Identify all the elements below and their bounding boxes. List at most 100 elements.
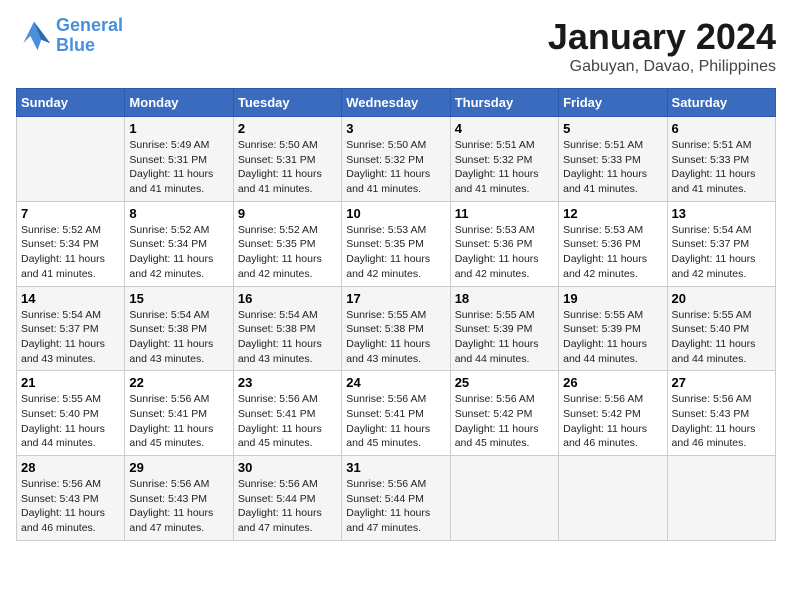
day-info: Sunrise: 5:53 AM Sunset: 5:35 PM Dayligh… — [346, 223, 445, 282]
calendar-cell: 20 Sunrise: 5:55 AM Sunset: 5:40 PM Dayli… — [667, 286, 775, 371]
page-header: General Blue January 2024 Gabuyan, Davao… — [16, 16, 776, 76]
calendar-cell: 26 Sunrise: 5:56 AM Sunset: 5:42 PM Dayli… — [559, 371, 667, 456]
calendar-cell — [667, 456, 775, 541]
header-sunday: Sunday — [17, 89, 125, 117]
calendar-cell: 6Sunrise: 5:51 AM Sunset: 5:33 PM Daylig… — [667, 117, 775, 202]
day-info: Sunrise: 5:51 AM Sunset: 5:32 PM Dayligh… — [455, 138, 554, 197]
day-info: Sunrise: 5:56 AM Sunset: 5:42 PM Dayligh… — [455, 392, 554, 451]
day-number: 1 — [129, 121, 228, 136]
calendar-cell — [450, 456, 558, 541]
calendar-table: SundayMondayTuesdayWednesdayThursdayFrid… — [16, 88, 776, 541]
calendar-cell: 28Sunrise: 5:56 AM Sunset: 5:43 PM Dayli… — [17, 456, 125, 541]
day-number: 27 — [672, 375, 771, 390]
day-info: Sunrise: 5:56 AM Sunset: 5:41 PM Dayligh… — [346, 392, 445, 451]
day-number: 30 — [238, 460, 337, 475]
day-info: Sunrise: 5:55 AM Sunset: 5:39 PM Dayligh… — [563, 308, 662, 367]
day-number: 19 — [563, 291, 662, 306]
calendar-cell: 7Sunrise: 5:52 AM Sunset: 5:34 PM Daylig… — [17, 201, 125, 286]
calendar-header-row: SundayMondayTuesdayWednesdayThursdayFrid… — [17, 89, 776, 117]
header-tuesday: Tuesday — [233, 89, 341, 117]
calendar-cell: 2Sunrise: 5:50 AM Sunset: 5:31 PM Daylig… — [233, 117, 341, 202]
calendar-week-row: 28Sunrise: 5:56 AM Sunset: 5:43 PM Dayli… — [17, 456, 776, 541]
calendar-cell: 9Sunrise: 5:52 AM Sunset: 5:35 PM Daylig… — [233, 201, 341, 286]
day-number: 23 — [238, 375, 337, 390]
calendar-week-row: 1 Sunrise: 5:49 AM Sunset: 5:31 PM Daylig… — [17, 117, 776, 202]
calendar-cell: 10 Sunrise: 5:53 AM Sunset: 5:35 PM Dayli… — [342, 201, 450, 286]
day-info: Sunrise: 5:52 AM Sunset: 5:34 PM Dayligh… — [129, 223, 228, 282]
header-saturday: Saturday — [667, 89, 775, 117]
header-thursday: Thursday — [450, 89, 558, 117]
header-friday: Friday — [559, 89, 667, 117]
day-number: 26 — [563, 375, 662, 390]
logo-bird-icon — [16, 18, 52, 54]
day-info: Sunrise: 5:56 AM Sunset: 5:44 PM Dayligh… — [346, 477, 445, 536]
calendar-cell: 30 Sunrise: 5:56 AM Sunset: 5:44 PM Dayli… — [233, 456, 341, 541]
day-number: 21 — [21, 375, 120, 390]
day-number: 16 — [238, 291, 337, 306]
header-monday: Monday — [125, 89, 233, 117]
day-number: 5 — [563, 121, 662, 136]
day-info: Sunrise: 5:55 AM Sunset: 5:40 PM Dayligh… — [672, 308, 771, 367]
calendar-week-row: 7Sunrise: 5:52 AM Sunset: 5:34 PM Daylig… — [17, 201, 776, 286]
day-info: Sunrise: 5:56 AM Sunset: 5:42 PM Dayligh… — [563, 392, 662, 451]
day-number: 8 — [129, 206, 228, 221]
calendar-cell: 8 Sunrise: 5:52 AM Sunset: 5:34 PM Daylig… — [125, 201, 233, 286]
calendar-cell: 24 Sunrise: 5:56 AM Sunset: 5:41 PM Dayli… — [342, 371, 450, 456]
day-number: 11 — [455, 206, 554, 221]
day-info: Sunrise: 5:56 AM Sunset: 5:43 PM Dayligh… — [129, 477, 228, 536]
logo-text: General Blue — [56, 16, 123, 56]
day-number: 10 — [346, 206, 445, 221]
day-info: Sunrise: 5:50 AM Sunset: 5:31 PM Dayligh… — [238, 138, 337, 197]
day-info: Sunrise: 5:51 AM Sunset: 5:33 PM Dayligh… — [563, 138, 662, 197]
calendar-cell: 19 Sunrise: 5:55 AM Sunset: 5:39 PM Dayli… — [559, 286, 667, 371]
day-info: Sunrise: 5:53 AM Sunset: 5:36 PM Dayligh… — [563, 223, 662, 282]
calendar-cell: 22 Sunrise: 5:56 AM Sunset: 5:41 PM Dayli… — [125, 371, 233, 456]
calendar-cell: 16 Sunrise: 5:54 AM Sunset: 5:38 PM Dayli… — [233, 286, 341, 371]
day-number: 25 — [455, 375, 554, 390]
calendar-cell: 13 Sunrise: 5:54 AM Sunset: 5:37 PM Dayli… — [667, 201, 775, 286]
day-number: 31 — [346, 460, 445, 475]
calendar-cell: 27 Sunrise: 5:56 AM Sunset: 5:43 PM Dayli… — [667, 371, 775, 456]
day-info: Sunrise: 5:56 AM Sunset: 5:43 PM Dayligh… — [672, 392, 771, 451]
calendar-cell: 11 Sunrise: 5:53 AM Sunset: 5:36 PM Dayli… — [450, 201, 558, 286]
calendar-cell: 18 Sunrise: 5:55 AM Sunset: 5:39 PM Dayli… — [450, 286, 558, 371]
day-info: Sunrise: 5:54 AM Sunset: 5:38 PM Dayligh… — [129, 308, 228, 367]
day-info: Sunrise: 5:56 AM Sunset: 5:44 PM Dayligh… — [238, 477, 337, 536]
day-info: Sunrise: 5:56 AM Sunset: 5:41 PM Dayligh… — [129, 392, 228, 451]
day-info: Sunrise: 5:56 AM Sunset: 5:43 PM Dayligh… — [21, 477, 120, 536]
day-number: 20 — [672, 291, 771, 306]
day-number: 29 — [129, 460, 228, 475]
day-number: 3 — [346, 121, 445, 136]
day-number: 4 — [455, 121, 554, 136]
day-info: Sunrise: 5:54 AM Sunset: 5:37 PM Dayligh… — [672, 223, 771, 282]
day-info: Sunrise: 5:55 AM Sunset: 5:40 PM Dayligh… — [21, 392, 120, 451]
day-number: 6 — [672, 121, 771, 136]
month-title: January 2024 — [548, 16, 776, 58]
day-info: Sunrise: 5:54 AM Sunset: 5:37 PM Dayligh… — [21, 308, 120, 367]
day-info: Sunrise: 5:55 AM Sunset: 5:39 PM Dayligh… — [455, 308, 554, 367]
calendar-cell: 25 Sunrise: 5:56 AM Sunset: 5:42 PM Dayli… — [450, 371, 558, 456]
calendar-cell: 15 Sunrise: 5:54 AM Sunset: 5:38 PM Dayli… — [125, 286, 233, 371]
calendar-cell: 21 Sunrise: 5:55 AM Sunset: 5:40 PM Dayli… — [17, 371, 125, 456]
day-number: 18 — [455, 291, 554, 306]
day-info: Sunrise: 5:49 AM Sunset: 5:31 PM Dayligh… — [129, 138, 228, 197]
calendar-cell: 23Sunrise: 5:56 AM Sunset: 5:41 PM Dayli… — [233, 371, 341, 456]
day-number: 13 — [672, 206, 771, 221]
calendar-cell: 1 Sunrise: 5:49 AM Sunset: 5:31 PM Daylig… — [125, 117, 233, 202]
calendar-week-row: 21 Sunrise: 5:55 AM Sunset: 5:40 PM Dayli… — [17, 371, 776, 456]
day-info: Sunrise: 5:52 AM Sunset: 5:34 PM Dayligh… — [21, 223, 120, 282]
location-subtitle: Gabuyan, Davao, Philippines — [548, 58, 776, 76]
day-info: Sunrise: 5:53 AM Sunset: 5:36 PM Dayligh… — [455, 223, 554, 282]
calendar-cell: 5 Sunrise: 5:51 AM Sunset: 5:33 PM Daylig… — [559, 117, 667, 202]
calendar-week-row: 14Sunrise: 5:54 AM Sunset: 5:37 PM Dayli… — [17, 286, 776, 371]
calendar-cell — [17, 117, 125, 202]
day-number: 12 — [563, 206, 662, 221]
day-number: 15 — [129, 291, 228, 306]
logo: General Blue — [16, 16, 123, 56]
day-number: 22 — [129, 375, 228, 390]
calendar-cell: 17Sunrise: 5:55 AM Sunset: 5:38 PM Dayli… — [342, 286, 450, 371]
title-block: January 2024 Gabuyan, Davao, Philippines — [548, 16, 776, 76]
day-number: 24 — [346, 375, 445, 390]
day-info: Sunrise: 5:54 AM Sunset: 5:38 PM Dayligh… — [238, 308, 337, 367]
day-info: Sunrise: 5:52 AM Sunset: 5:35 PM Dayligh… — [238, 223, 337, 282]
